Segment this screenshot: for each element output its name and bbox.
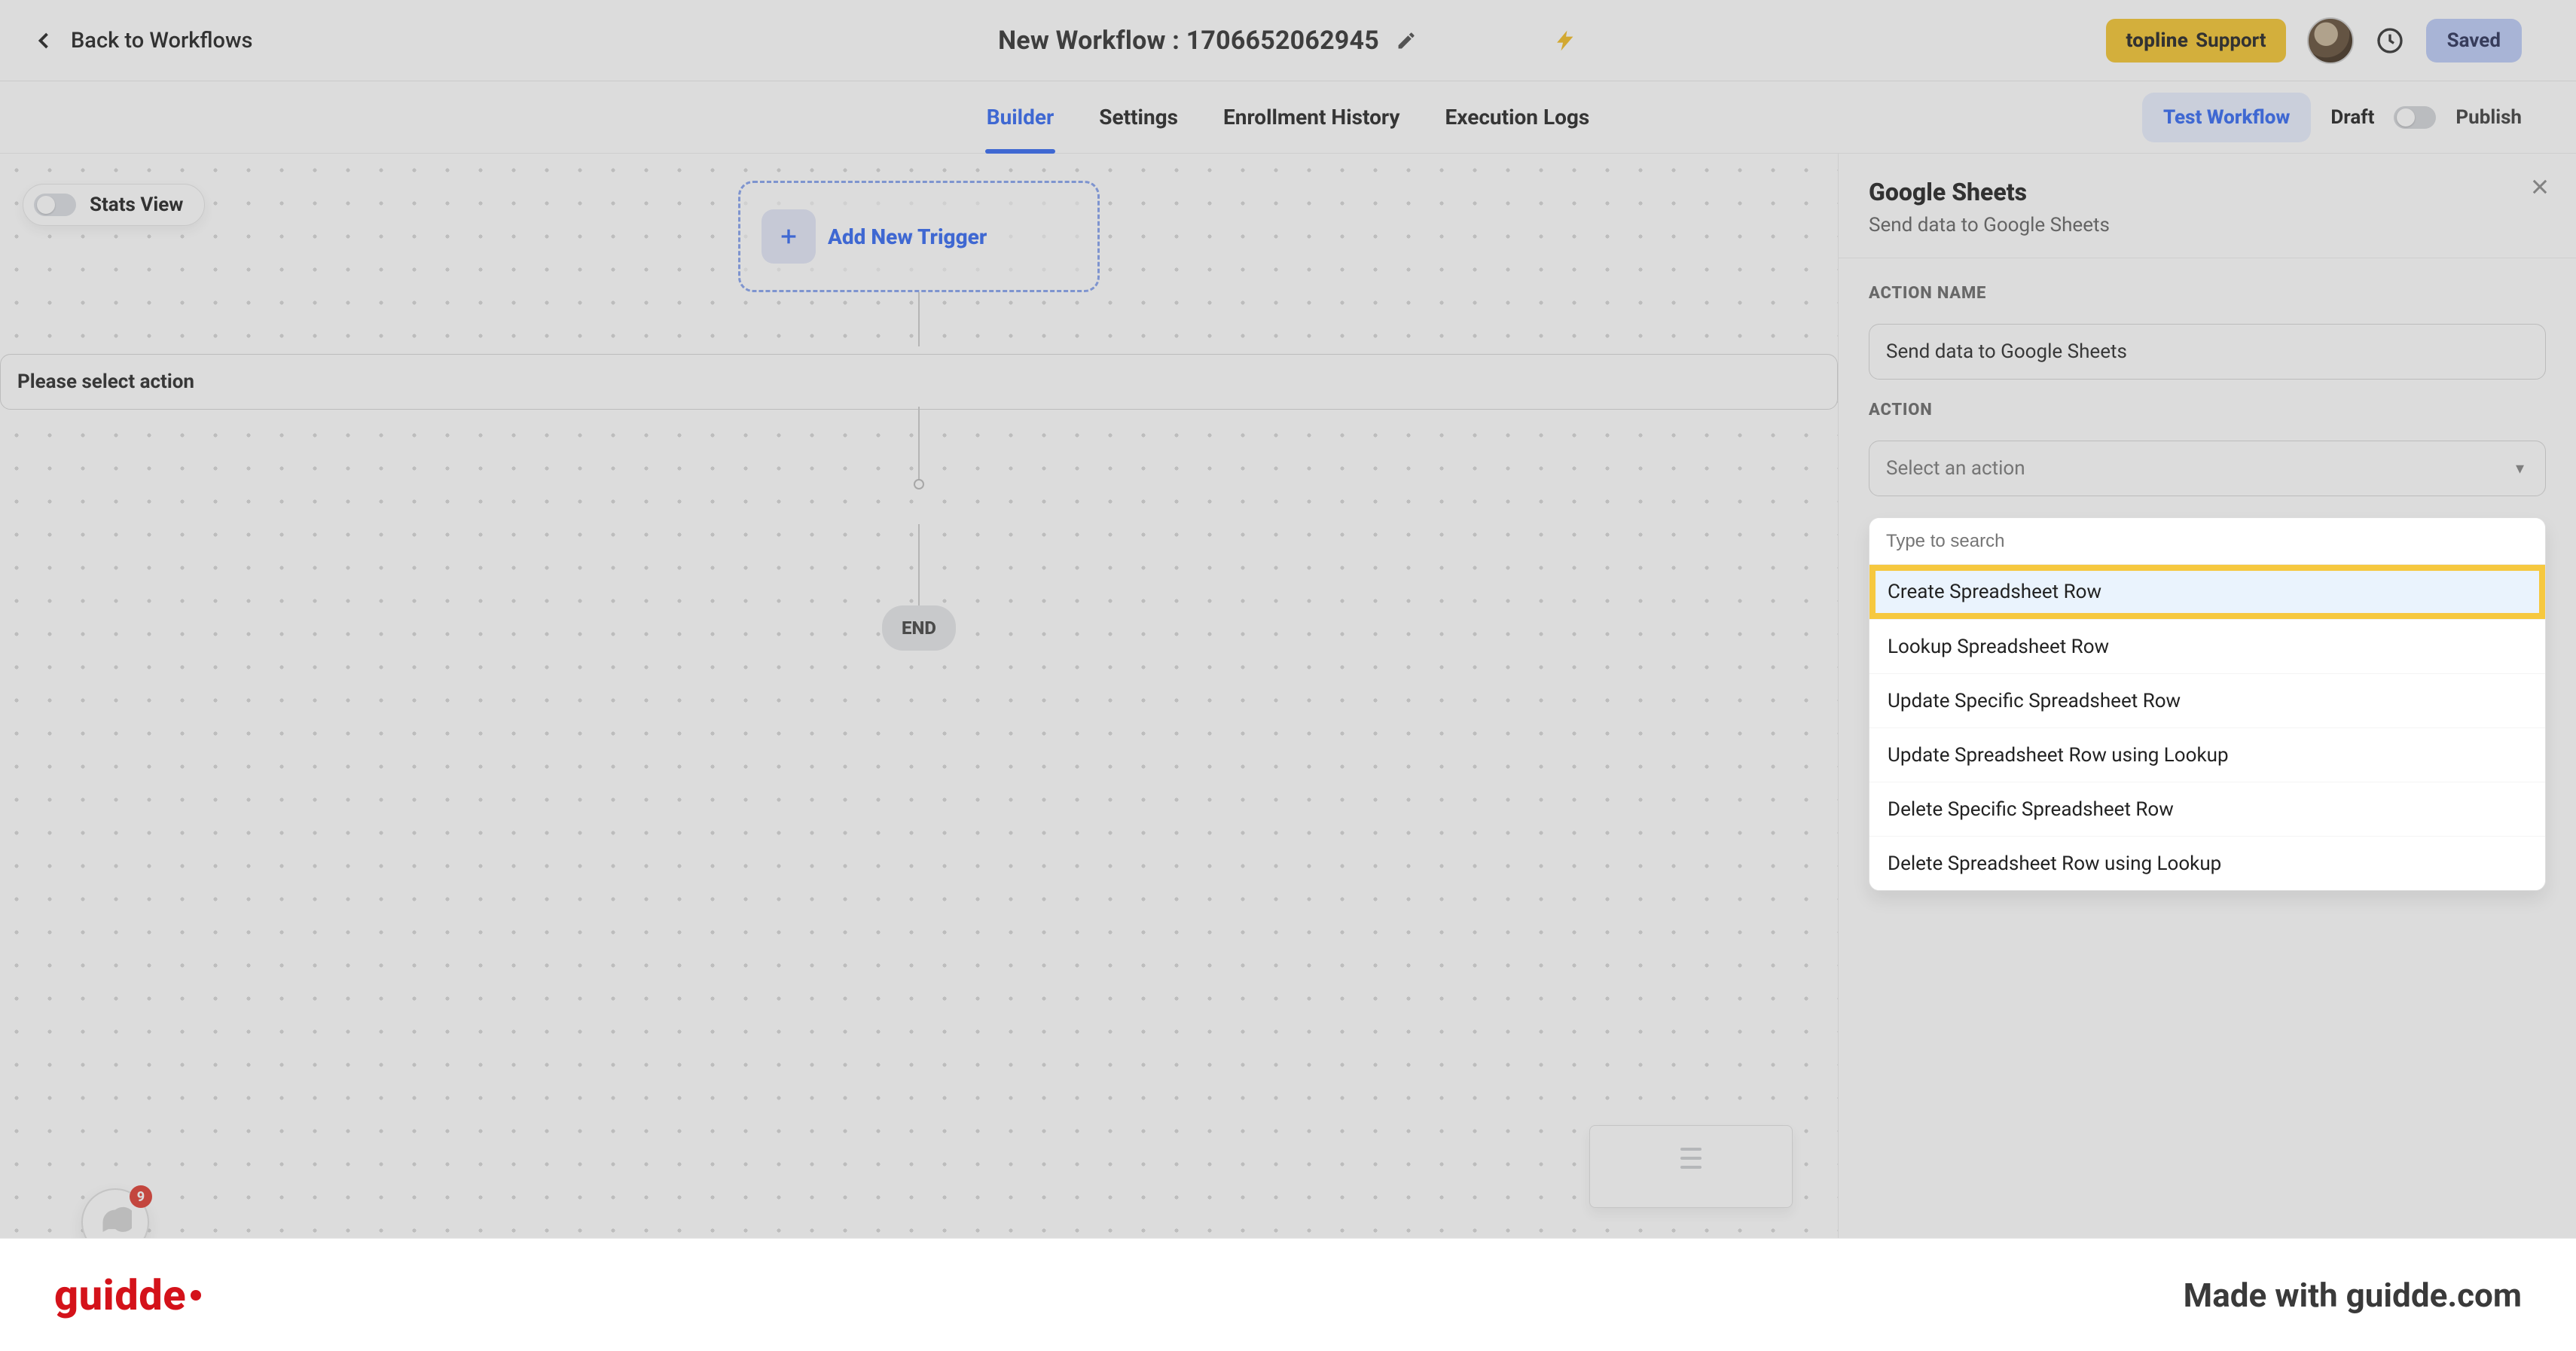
chevron-left-icon [30, 27, 57, 54]
guidde-logo: guidde [54, 1270, 201, 1320]
panel-body: ACTION NAME Send data to Google Sheets A… [1839, 258, 2576, 916]
support-brand: topline [2126, 29, 2188, 52]
connector-line [918, 292, 920, 346]
tab-settings[interactable]: Settings [1097, 87, 1180, 148]
stats-toggle[interactable] [34, 194, 76, 216]
option-delete-lookup[interactable]: Delete Spreadsheet Row using Lookup [1869, 836, 2545, 890]
subheader: Builder Settings Enrollment History Exec… [0, 81, 2576, 154]
subheader-right: Test Workflow Draft Publish [2142, 93, 2522, 142]
made-with-guidde: Made with guidde.com [2184, 1276, 2522, 1315]
header-center: New Workflow : 1706652062945 [998, 26, 1578, 56]
action-kicker: ACTION [1869, 401, 2546, 419]
main: Stats View Add New Trigger Please select… [0, 154, 2576, 1238]
action-name-kicker: ACTION NAME [1869, 284, 2546, 303]
publish-label: Publish [2455, 106, 2522, 129]
stats-label: Stats View [90, 194, 183, 216]
connector-line [918, 524, 920, 605]
close-icon [2529, 176, 2550, 197]
panel-title: Google Sheets [1869, 178, 2546, 206]
panel-subtitle: Send data to Google Sheets [1869, 214, 2546, 236]
avatar[interactable] [2307, 17, 2354, 64]
chat-badge: 9 [130, 1185, 152, 1208]
action-select[interactable]: Select an action ▾ [1869, 441, 2546, 496]
panel-header: Google Sheets Send data to Google Sheets [1839, 154, 2576, 258]
tab-execution[interactable]: Execution Logs [1444, 87, 1592, 148]
connector-line [918, 407, 920, 485]
history-icon[interactable] [2375, 26, 2405, 56]
footer: guidde Made with guidde.com [0, 1238, 2576, 1351]
option-create-row[interactable]: Create Spreadsheet Row [1869, 565, 2545, 619]
tab-builder[interactable]: Builder [985, 87, 1056, 148]
back-label: Back to Workflows [71, 28, 252, 53]
add-trigger-node[interactable]: Add New Trigger [738, 181, 1100, 292]
end-pill: END [882, 605, 956, 651]
select-action-pill[interactable]: Please select action [0, 354, 1838, 410]
draft-label: Draft [2330, 106, 2374, 129]
option-update-specific[interactable]: Update Specific Spreadsheet Row [1869, 673, 2545, 727]
saved-button[interactable]: Saved [2426, 19, 2522, 63]
header-right: topline Support Saved [2106, 17, 2522, 64]
close-panel[interactable] [2525, 172, 2555, 202]
side-panel: Google Sheets Send data to Google Sheets… [1838, 154, 2576, 1238]
plus-icon [762, 209, 816, 264]
bolt-icon [1554, 29, 1578, 53]
chat-launcher[interactable]: 9 [81, 1188, 149, 1238]
support-button[interactable]: topline Support [2106, 19, 2285, 63]
support-label: Support [2196, 29, 2266, 52]
publish-toggle[interactable] [2394, 106, 2436, 129]
action-select-placeholder: Select an action [1886, 457, 2025, 480]
action-dropdown: Create Spreadsheet Row Lookup Spreadshee… [1869, 517, 2546, 891]
connector-dot [914, 479, 924, 489]
edit-icon[interactable] [1396, 30, 1417, 51]
add-trigger-label: Add New Trigger [828, 224, 987, 249]
tabs: Builder Settings Enrollment History Exec… [985, 87, 1592, 148]
minimap[interactable] [1589, 1125, 1793, 1208]
caret-icon: ▾ [2516, 459, 2529, 478]
back-to-workflows[interactable]: Back to Workflows [30, 27, 252, 54]
stats-view-toggle[interactable]: Stats View [23, 184, 205, 226]
option-delete-specific[interactable]: Delete Specific Spreadsheet Row [1869, 782, 2545, 836]
workflow-title: New Workflow : 1706652062945 [998, 26, 1379, 56]
chat-icon [99, 1206, 132, 1238]
dropdown-search[interactable] [1869, 518, 2545, 565]
canvas[interactable]: Stats View Add New Trigger Please select… [0, 154, 1838, 1238]
header: Back to Workflows New Workflow : 1706652… [0, 0, 2576, 81]
tab-enrollment[interactable]: Enrollment History [1222, 87, 1401, 148]
test-workflow-button[interactable]: Test Workflow [2142, 93, 2311, 142]
option-lookup-row[interactable]: Lookup Spreadsheet Row [1869, 619, 2545, 673]
action-name-input[interactable]: Send data to Google Sheets [1869, 324, 2546, 380]
option-update-lookup[interactable]: Update Spreadsheet Row using Lookup [1869, 727, 2545, 782]
